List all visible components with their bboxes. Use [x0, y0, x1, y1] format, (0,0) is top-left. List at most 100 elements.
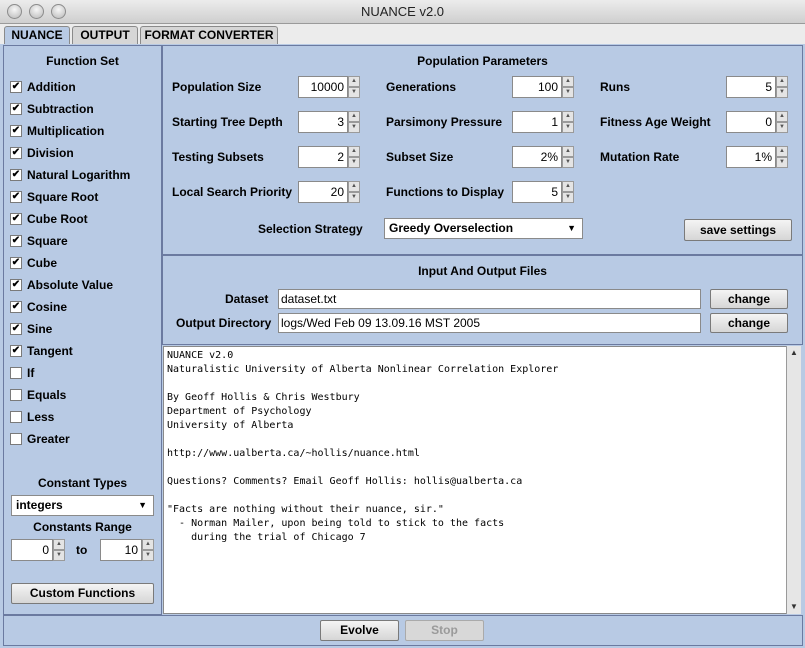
function-checkbox-row[interactable]: ✔ Multiplication — [10, 123, 104, 139]
function-checkbox-row[interactable]: Less — [10, 409, 54, 425]
tab-output[interactable]: OUTPUT — [72, 26, 138, 44]
stepper-down-icon[interactable]: ▼ — [348, 157, 360, 168]
mutation-rate-stepper[interactable]: 1% ▲ ▼ — [726, 146, 788, 168]
scroll-down-icon[interactable]: ▼ — [787, 600, 801, 614]
function-checkbox-row[interactable]: ✔ Cube Root — [10, 211, 88, 227]
save-settings-button[interactable]: save settings — [684, 219, 792, 241]
parsimony-value[interactable]: 1 — [512, 111, 562, 133]
checkbox-checked-icon[interactable]: ✔ — [10, 191, 22, 203]
testing-subsets-value[interactable]: 2 — [298, 146, 348, 168]
tab-format-converter[interactable]: FORMAT CONVERTER — [140, 26, 278, 44]
output-change-button[interactable]: change — [710, 313, 788, 333]
functions-display-value[interactable]: 5 — [512, 181, 562, 203]
checkbox-checked-icon[interactable]: ✔ — [10, 169, 22, 181]
function-checkbox-row[interactable]: Greater — [10, 431, 70, 447]
runs-stepper[interactable]: 5 ▲ ▼ — [726, 76, 788, 98]
function-checkbox-row[interactable]: If — [10, 365, 34, 381]
function-checkbox-row[interactable]: Equals — [10, 387, 66, 403]
population-size-value[interactable]: 10000 — [298, 76, 348, 98]
stepper-up-icon[interactable]: ▲ — [776, 146, 788, 157]
stepper-down-icon[interactable]: ▼ — [776, 87, 788, 98]
stop-button[interactable]: Stop — [405, 620, 484, 641]
function-checkbox-row[interactable]: ✔ Sine — [10, 321, 52, 337]
stepper-up-icon[interactable]: ▲ — [562, 181, 574, 192]
custom-functions-button[interactable]: Custom Functions — [11, 583, 154, 604]
population-size-stepper[interactable]: 10000 ▲ ▼ — [298, 76, 360, 98]
checkbox-checked-icon[interactable]: ✔ — [10, 279, 22, 291]
stepper-up-icon[interactable]: ▲ — [348, 111, 360, 122]
stepper-down-icon[interactable]: ▼ — [53, 550, 65, 561]
testing-subsets-stepper[interactable]: 2 ▲ ▼ — [298, 146, 360, 168]
evolve-button[interactable]: Evolve — [320, 620, 399, 641]
checkbox-checked-icon[interactable]: ✔ — [10, 125, 22, 137]
stepper-up-icon[interactable]: ▲ — [562, 111, 574, 122]
checkbox-checked-icon[interactable]: ✔ — [10, 235, 22, 247]
stepper-up-icon[interactable]: ▲ — [776, 76, 788, 87]
tree-depth-stepper[interactable]: 3 ▲ ▼ — [298, 111, 360, 133]
stepper-down-icon[interactable]: ▼ — [562, 87, 574, 98]
constant-type-select[interactable]: integers ▼ — [11, 495, 154, 516]
local-search-stepper[interactable]: 20 ▲ ▼ — [298, 181, 360, 203]
selection-strategy-select[interactable]: Greedy Overselection ▼ — [384, 218, 583, 239]
function-checkbox-row[interactable]: ✔ Tangent — [10, 343, 73, 359]
local-search-value[interactable]: 20 — [298, 181, 348, 203]
generations-stepper[interactable]: 100 ▲ ▼ — [512, 76, 574, 98]
function-checkbox-row[interactable]: ✔ Addition — [10, 79, 76, 95]
checkbox-checked-icon[interactable]: ✔ — [10, 345, 22, 357]
tab-nuance[interactable]: NUANCE — [4, 26, 70, 44]
parsimony-stepper[interactable]: 1 ▲ ▼ — [512, 111, 574, 133]
stepper-up-icon[interactable]: ▲ — [348, 146, 360, 157]
range-from-value[interactable]: 0 — [11, 539, 53, 561]
function-checkbox-row[interactable]: ✔ Subtraction — [10, 101, 94, 117]
checkbox-unchecked-icon[interactable] — [10, 389, 22, 401]
output-directory-field[interactable]: logs/Wed Feb 09 13.09.16 MST 2005 — [278, 313, 701, 333]
checkbox-checked-icon[interactable]: ✔ — [10, 81, 22, 93]
stepper-up-icon[interactable]: ▲ — [348, 181, 360, 192]
stepper-down-icon[interactable]: ▼ — [562, 122, 574, 133]
checkbox-unchecked-icon[interactable] — [10, 411, 22, 423]
checkbox-checked-icon[interactable]: ✔ — [10, 103, 22, 115]
checkbox-unchecked-icon[interactable] — [10, 433, 22, 445]
stepper-up-icon[interactable]: ▲ — [776, 111, 788, 122]
stepper-up-icon[interactable]: ▲ — [562, 146, 574, 157]
mutation-rate-value[interactable]: 1% — [726, 146, 776, 168]
function-checkbox-row[interactable]: ✔ Division — [10, 145, 74, 161]
checkbox-checked-icon[interactable]: ✔ — [10, 147, 22, 159]
functions-display-stepper[interactable]: 5 ▲ ▼ — [512, 181, 574, 203]
subset-size-value[interactable]: 2% — [512, 146, 562, 168]
checkbox-checked-icon[interactable]: ✔ — [10, 257, 22, 269]
checkbox-unchecked-icon[interactable] — [10, 367, 22, 379]
range-from-stepper[interactable]: 0 ▲ ▼ — [11, 539, 65, 561]
function-checkbox-row[interactable]: ✔ Absolute Value — [10, 277, 113, 293]
fitness-age-value[interactable]: 0 — [726, 111, 776, 133]
function-checkbox-row[interactable]: ✔ Cube — [10, 255, 57, 271]
stepper-down-icon[interactable]: ▼ — [142, 550, 154, 561]
range-to-value[interactable]: 10 — [100, 539, 142, 561]
stepper-up-icon[interactable]: ▲ — [348, 76, 360, 87]
stepper-down-icon[interactable]: ▼ — [348, 192, 360, 203]
stepper-down-icon[interactable]: ▼ — [348, 87, 360, 98]
range-to-stepper[interactable]: 10 ▲ ▼ — [100, 539, 154, 561]
function-checkbox-row[interactable]: ✔ Natural Logarithm — [10, 167, 130, 183]
stepper-up-icon[interactable]: ▲ — [562, 76, 574, 87]
dataset-field[interactable]: dataset.txt — [278, 289, 701, 309]
stepper-down-icon[interactable]: ▼ — [776, 157, 788, 168]
checkbox-checked-icon[interactable]: ✔ — [10, 301, 22, 313]
stepper-down-icon[interactable]: ▼ — [776, 122, 788, 133]
function-checkbox-row[interactable]: ✔ Cosine — [10, 299, 67, 315]
stepper-up-icon[interactable]: ▲ — [142, 539, 154, 550]
runs-value[interactable]: 5 — [726, 76, 776, 98]
stepper-down-icon[interactable]: ▼ — [562, 192, 574, 203]
scroll-up-icon[interactable]: ▲ — [787, 346, 801, 360]
log-scrollbar[interactable]: ▲ ▼ — [786, 346, 801, 614]
checkbox-checked-icon[interactable]: ✔ — [10, 213, 22, 225]
fitness-age-stepper[interactable]: 0 ▲ ▼ — [726, 111, 788, 133]
tree-depth-value[interactable]: 3 — [298, 111, 348, 133]
function-checkbox-row[interactable]: ✔ Square — [10, 233, 68, 249]
subset-size-stepper[interactable]: 2% ▲ ▼ — [512, 146, 574, 168]
dataset-change-button[interactable]: change — [710, 289, 788, 309]
log-text-area[interactable]: NUANCE v2.0 Naturalistic University of A… — [163, 346, 788, 614]
function-checkbox-row[interactable]: ✔ Square Root — [10, 189, 98, 205]
stepper-down-icon[interactable]: ▼ — [348, 122, 360, 133]
stepper-down-icon[interactable]: ▼ — [562, 157, 574, 168]
